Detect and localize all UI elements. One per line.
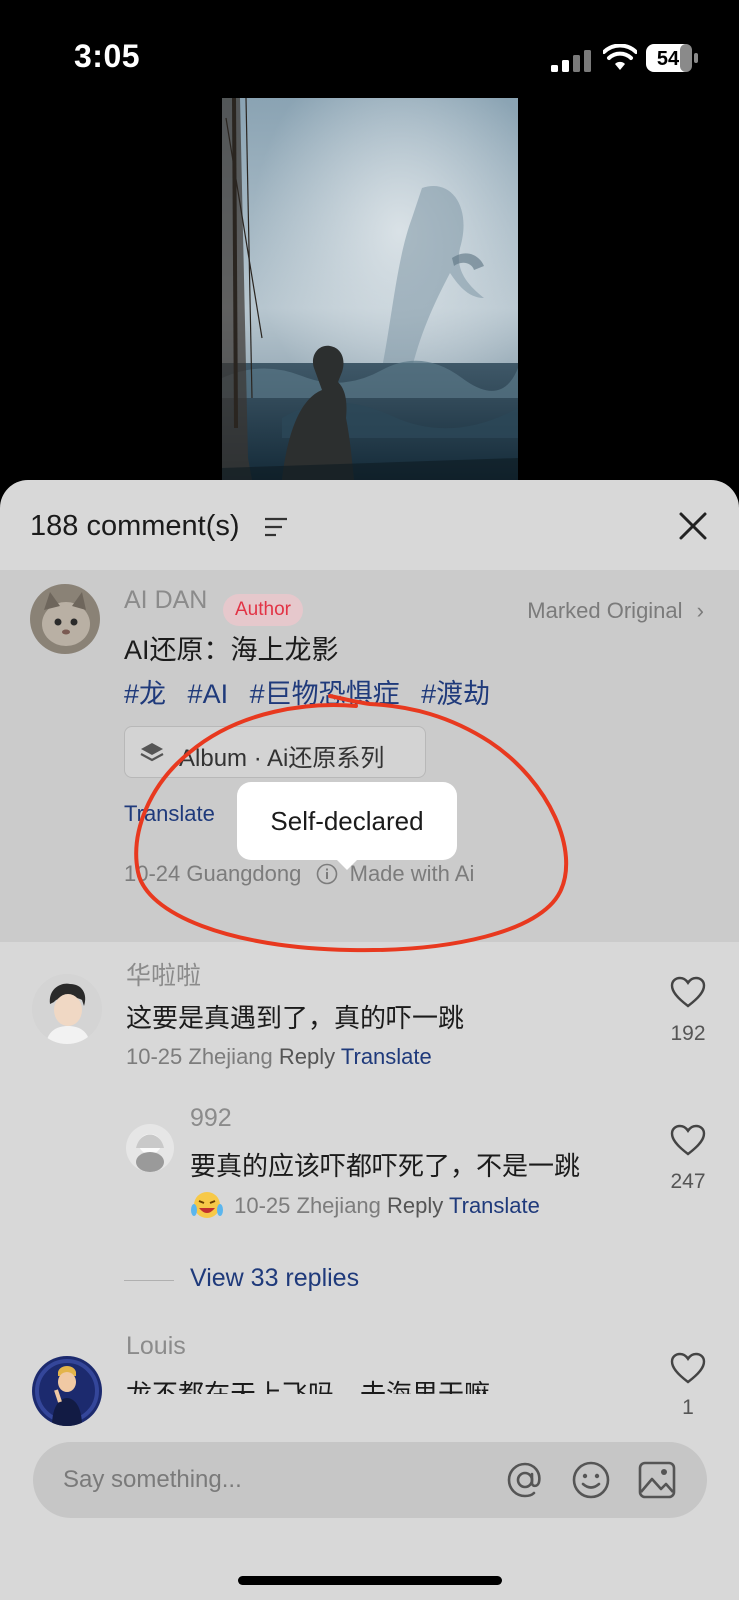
sort-filter-icon[interactable] (264, 516, 288, 538)
album-chip[interactable]: Album · Ai还原系列 (124, 726, 426, 778)
status-bar: 3:05 54 (0, 0, 739, 100)
post-meta: 10-24 Guangdong Made with Ai (124, 861, 474, 887)
status-time: 3:05 (74, 38, 141, 74)
like-count: 1 (682, 1396, 694, 1419)
commenter-name[interactable]: 992 (190, 1104, 232, 1133)
comment-count: 188 comment(s) (30, 510, 240, 542)
post-title: AI还原：海上龙影 (124, 635, 339, 665)
album-label: Album · Ai还原系列 (179, 745, 385, 772)
comment-text-clip: 龙不都在天上飞吗，去海里干嘛 (0, 1370, 739, 1394)
heart-icon[interactable] (670, 976, 706, 1008)
reply-button[interactable]: Reply (387, 1193, 443, 1218)
marked-original-link[interactable]: Marked Original › (527, 598, 704, 624)
crying-laughing-emoji-icon (191, 1192, 223, 1218)
commenter-name[interactable]: 华啦啦 (126, 956, 201, 992)
comment-text: 龙不都在天上飞吗，去海里干嘛 (126, 1379, 491, 1394)
close-icon[interactable] (677, 510, 709, 542)
hashtag[interactable]: #渡劫 (421, 679, 490, 709)
emoji-icon[interactable] (571, 1460, 611, 1500)
translate-link[interactable]: Translate (449, 1193, 540, 1218)
commenter-name[interactable]: Louis (126, 1332, 186, 1361)
battery-icon: 54 (646, 44, 698, 72)
commenter-avatar[interactable] (126, 1124, 174, 1172)
cellular-signal-icon (551, 50, 591, 72)
like-count: 247 (670, 1170, 706, 1193)
author-avatar[interactable] (30, 584, 100, 654)
post-translate-link[interactable]: Translate (124, 801, 215, 827)
comment-input-bar[interactable]: Say something... (33, 1442, 707, 1518)
heart-icon[interactable] (670, 1124, 706, 1156)
author-name[interactable]: AI DAN (124, 586, 207, 615)
image-icon[interactable] (637, 1460, 677, 1500)
info-icon[interactable] (316, 863, 338, 885)
comment-meta: 10-25 Zhejiang Reply Translate (126, 1044, 432, 1070)
comments-header: 188 comment(s) (0, 480, 739, 570)
like-count: 192 (670, 1022, 706, 1045)
self-declared-tooltip: Self-declared (237, 782, 457, 870)
commenter-avatar[interactable] (32, 974, 102, 1044)
hashtag[interactable]: #龙 (124, 679, 166, 709)
video-preview[interactable] (222, 98, 518, 480)
comment-meta: 10-25 Zhejiang Reply Translate (190, 1190, 540, 1220)
view-replies-button[interactable]: View 33 replies (190, 1264, 359, 1293)
battery-level: 54 (657, 48, 680, 70)
wifi-icon (603, 44, 637, 70)
comment-text: 要真的应该吓都吓死了，不是一跳 (190, 1151, 581, 1181)
reply-button[interactable]: Reply (279, 1044, 335, 1069)
marked-original-label: Marked Original (527, 598, 683, 623)
comment-text: 这要是真遇到了，真的吓一跳 (126, 1003, 465, 1033)
heart-icon[interactable] (670, 1352, 706, 1384)
post-date-location: 10-24 Guangdong (124, 861, 302, 886)
comment-date-location: 10-25 Zhejiang (126, 1044, 273, 1069)
mention-icon[interactable] (505, 1460, 545, 1500)
translate-link[interactable]: Translate (341, 1044, 432, 1069)
comment-input-placeholder: Say something... (63, 1466, 242, 1493)
chevron-right-icon: › (696, 598, 704, 623)
divider (124, 1280, 174, 1281)
hashtag-list: #龙 #AI #巨物恐惧症 #渡劫 (124, 672, 504, 711)
tooltip-text: Self-declared (270, 806, 424, 836)
made-with-ai-label[interactable]: Made with Ai (350, 861, 475, 886)
comments-sheet: 188 comment(s) AI DAN Author Marked Orig… (0, 480, 739, 1600)
video-scene-image (222, 98, 518, 480)
layers-icon (140, 743, 164, 762)
home-indicator (238, 1576, 502, 1585)
author-badge: Author (223, 594, 303, 626)
hashtag[interactable]: #AI (188, 679, 229, 709)
hashtag[interactable]: #巨物恐惧症 (250, 679, 400, 709)
comment-date-location: 10-25 Zhejiang (234, 1193, 381, 1218)
